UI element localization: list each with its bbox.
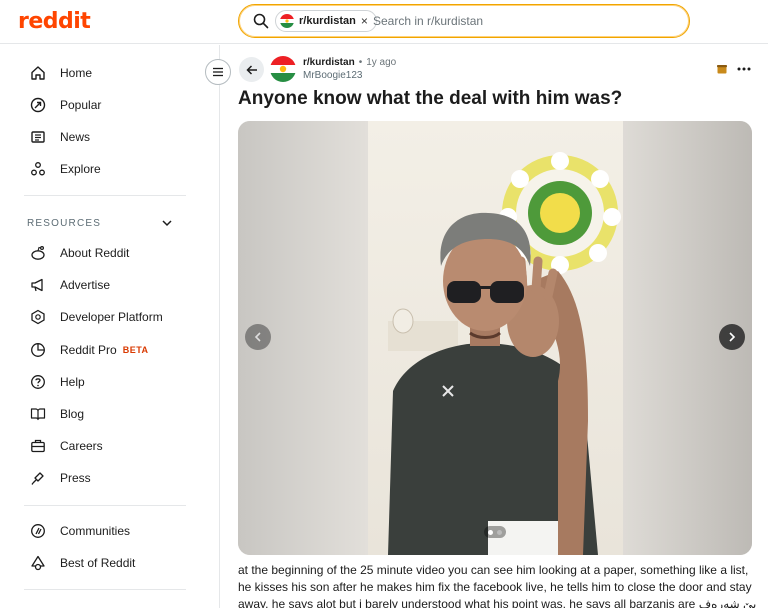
popular-icon xyxy=(30,97,46,113)
sidebar-item-developer-platform[interactable]: Developer Platform xyxy=(30,307,163,327)
sidebar-item-careers[interactable]: Careers xyxy=(30,436,103,456)
press-icon xyxy=(31,472,44,485)
best-icon xyxy=(31,555,45,571)
post-body: at the beginning of the 25 minute video … xyxy=(238,562,757,608)
sidebar-item-label: Communities xyxy=(60,524,131,538)
pro-icon xyxy=(31,343,45,357)
sidebar-item-home[interactable]: Home xyxy=(30,63,92,83)
sidebar-item-label: Developer Platform xyxy=(60,310,163,324)
sidebar-item-label: Press xyxy=(60,471,91,485)
sidebar-item-communities[interactable]: Communities xyxy=(30,521,130,541)
sidebar-item-label: Reddit Pro xyxy=(60,343,117,357)
sidebar-item-help[interactable]: Help xyxy=(30,372,85,392)
chip-close-icon[interactable]: × xyxy=(361,14,368,28)
post-title: Anyone know what the deal with him was? xyxy=(238,88,623,109)
gallery-dot[interactable] xyxy=(497,529,502,535)
developer-icon xyxy=(31,309,45,325)
collapse-sidebar-button[interactable] xyxy=(205,59,231,85)
sidebar-item-advertise[interactable]: Advertise xyxy=(30,275,110,295)
post-media-gallery[interactable] xyxy=(238,121,752,555)
post-age: 1y ago xyxy=(366,57,397,68)
more-options-icon[interactable] xyxy=(736,62,752,76)
sidebar-item-label: Home xyxy=(60,66,93,80)
explore-icon xyxy=(31,162,45,176)
chip-label: r/kurdistan xyxy=(299,15,356,27)
post-body-line: away. he says alot but i barely understo… xyxy=(238,597,757,608)
sidebar-item-news[interactable]: News xyxy=(30,127,90,147)
sidebar-item-explore[interactable]: Explore xyxy=(30,159,101,179)
briefcase-icon xyxy=(31,439,45,453)
sidebar-item-blog[interactable]: Blog xyxy=(30,404,84,424)
sidebar-item-label: Explore xyxy=(60,162,101,176)
gallery-previous-button[interactable] xyxy=(245,324,271,350)
sidebar-item-reddit-pro[interactable]: Reddit Pro BETA xyxy=(30,340,149,360)
kurdistan-flag-icon xyxy=(280,14,294,28)
resources-section-toggle[interactable]: RESOURCES xyxy=(27,217,173,229)
menu-icon xyxy=(213,67,223,77)
sidebar-item-about-reddit[interactable]: About Reddit xyxy=(30,243,129,263)
search-icon xyxy=(253,13,269,29)
sidebar-item-label: Blog xyxy=(60,407,85,421)
sidebar-item-label: Advertise xyxy=(60,278,111,292)
sidebar-item-label: Best of Reddit xyxy=(60,556,136,570)
search-bar[interactable]: r/kurdistan × Search in r/kurdistan xyxy=(238,4,690,38)
reddit-icon xyxy=(31,246,45,260)
subreddit-avatar[interactable] xyxy=(270,56,296,82)
sidebar-divider xyxy=(24,589,186,590)
beta-badge: BETA xyxy=(122,345,149,355)
sidebar-item-label: Help xyxy=(60,375,85,389)
post-body-line: he kisses his son after he makes him fix… xyxy=(238,580,752,594)
meta-separator: • xyxy=(358,57,363,68)
home-icon xyxy=(31,66,45,80)
reddit-logo[interactable]: reddit xyxy=(18,9,91,34)
blog-icon xyxy=(30,408,46,421)
gallery-dot-active[interactable] xyxy=(488,529,493,535)
sidebar-divider xyxy=(24,505,186,506)
subreddit-search-chip[interactable]: r/kurdistan × xyxy=(275,10,377,32)
communities-icon xyxy=(31,524,45,538)
post-image xyxy=(238,121,752,555)
gallery-page-indicator xyxy=(484,526,506,538)
gallery-next-button[interactable] xyxy=(719,324,745,350)
post-meta: r/kurdistan • 1y ago xyxy=(303,57,396,68)
search-input[interactable]: Search in r/kurdistan xyxy=(373,14,483,28)
kurdistan-flag-icon xyxy=(270,56,296,82)
top-header: reddit r/kurdistan × Search in r/kurdist… xyxy=(0,0,768,44)
chevron-right-icon xyxy=(729,332,736,342)
back-button[interactable] xyxy=(239,57,264,82)
news-icon xyxy=(31,131,45,143)
left-sidebar: Home Popular News Explore RESOURCES Abou… xyxy=(0,45,220,608)
sidebar-divider xyxy=(24,195,186,196)
award-icon[interactable] xyxy=(716,63,728,75)
sidebar-item-best-of-reddit[interactable]: Best of Reddit xyxy=(30,553,135,573)
resources-heading: RESOURCES xyxy=(27,217,102,229)
sidebar-item-label: News xyxy=(60,130,91,144)
sidebar-item-label: About Reddit xyxy=(60,246,130,260)
post-author[interactable]: MrBoogie123 xyxy=(303,70,362,81)
subreddit-link[interactable]: r/kurdistan xyxy=(303,57,355,68)
megaphone-icon xyxy=(31,278,43,292)
sidebar-item-press[interactable]: Press xyxy=(30,468,91,488)
sidebar-item-label: Careers xyxy=(60,439,103,453)
help-icon xyxy=(31,375,45,389)
sidebar-item-popular[interactable]: Popular xyxy=(30,95,101,115)
chevron-up-icon xyxy=(162,220,172,227)
sidebar-item-label: Popular xyxy=(60,98,102,112)
arrow-left-icon xyxy=(245,64,257,75)
chevron-left-icon xyxy=(254,332,261,342)
post-body-line: at the beginning of the 25 minute video … xyxy=(238,563,749,577)
